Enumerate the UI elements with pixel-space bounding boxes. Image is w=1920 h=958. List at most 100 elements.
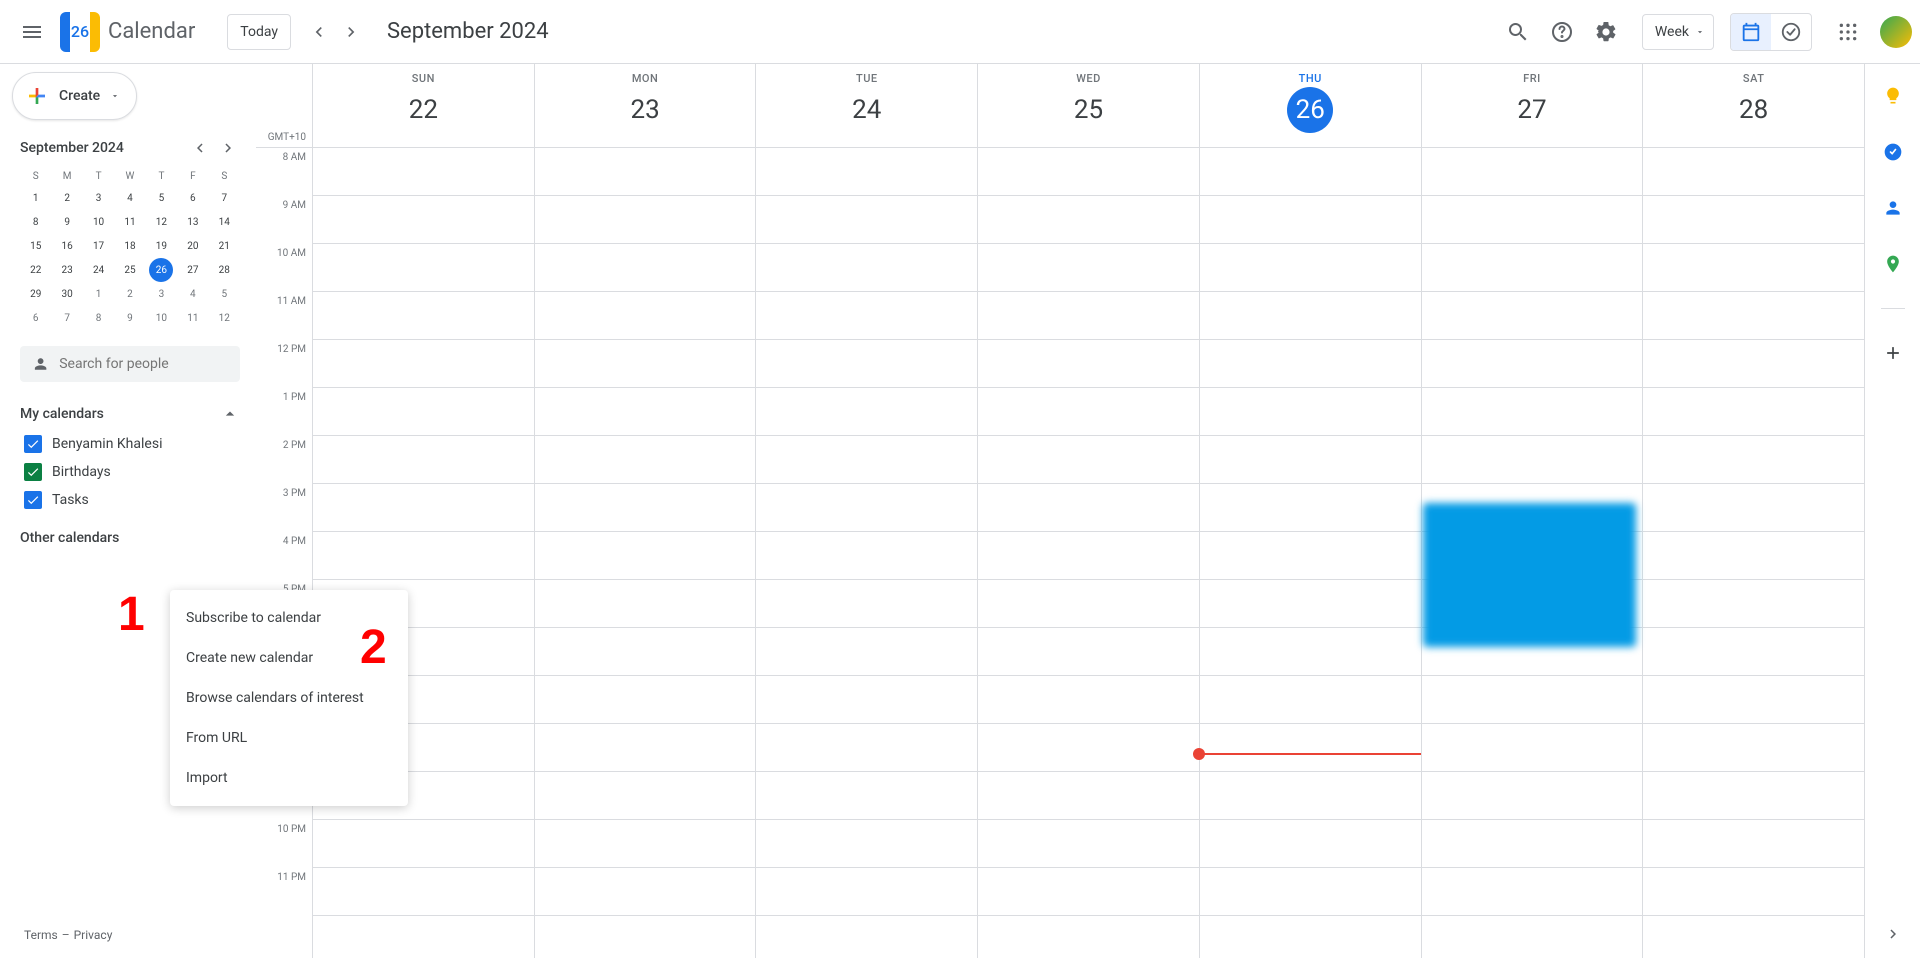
time-slot[interactable] [1643,388,1864,436]
contacts-app-icon[interactable] [1873,188,1913,228]
time-slot[interactable] [313,868,534,916]
mini-day[interactable]: 7 [51,306,82,330]
time-slot[interactable] [535,148,756,196]
time-slot[interactable] [978,628,1199,676]
time-slot[interactable] [756,916,977,958]
time-slot[interactable] [535,292,756,340]
time-slot[interactable] [1422,916,1643,958]
time-slot[interactable] [978,292,1199,340]
terms-link[interactable]: Terms [24,928,58,942]
date-number[interactable]: 28 [1731,87,1777,133]
time-slot[interactable] [313,340,534,388]
calendar-checkbox[interactable] [24,463,42,481]
mini-day[interactable]: 12 [209,306,240,330]
maps-app-icon[interactable] [1873,244,1913,284]
time-slot[interactable] [1200,628,1421,676]
time-slot[interactable] [535,484,756,532]
mini-day[interactable]: 27 [177,258,208,282]
mini-day[interactable]: 3 [146,282,177,306]
time-slot[interactable] [1422,388,1643,436]
time-slot[interactable] [1200,868,1421,916]
collapse-panel-button[interactable] [1877,918,1909,950]
time-slot[interactable] [756,724,977,772]
mini-day[interactable]: 6 [20,306,51,330]
time-slot[interactable] [756,244,977,292]
time-slot[interactable] [535,340,756,388]
day-header[interactable]: SUN22 [312,64,534,147]
time-slot[interactable] [1422,820,1643,868]
mini-day[interactable]: 30 [51,282,82,306]
other-calendars-toggle[interactable]: Other calendars [20,522,240,554]
time-slot[interactable] [978,196,1199,244]
mini-day[interactable]: 24 [83,258,114,282]
mini-day[interactable]: 25 [114,258,145,282]
time-slot[interactable] [535,388,756,436]
day-column[interactable] [755,148,977,958]
mini-day[interactable]: 28 [209,258,240,282]
calendar-checkbox[interactable] [24,435,42,453]
time-slot[interactable] [756,292,977,340]
mini-day[interactable]: 11 [177,306,208,330]
mini-day[interactable]: 5 [209,282,240,306]
time-slot[interactable] [1643,436,1864,484]
time-slot[interactable] [756,628,977,676]
time-slot[interactable] [535,724,756,772]
date-number[interactable]: 24 [844,87,890,133]
time-slot[interactable] [1200,532,1421,580]
mini-day[interactable]: 9 [51,210,82,234]
date-number[interactable]: 27 [1509,87,1555,133]
search-button[interactable] [1498,12,1538,52]
time-slot[interactable] [1200,244,1421,292]
menu-item[interactable]: Browse calendars of interest [170,678,408,718]
time-slot[interactable] [1643,868,1864,916]
time-slot[interactable] [313,484,534,532]
time-slot[interactable] [535,916,756,958]
create-button[interactable]: Create [12,72,137,120]
time-slot[interactable] [535,580,756,628]
mini-day[interactable]: 11 [114,210,145,234]
time-slot[interactable] [1422,340,1643,388]
time-slot[interactable] [313,532,534,580]
time-slot[interactable] [978,388,1199,436]
next-period-button[interactable] [335,16,367,48]
time-slot[interactable] [1643,484,1864,532]
time-slot[interactable] [535,196,756,244]
mini-day[interactable]: 22 [20,258,51,282]
day-header[interactable]: TUE24 [755,64,977,147]
mini-day[interactable]: 26 [149,258,173,282]
day-column[interactable] [1642,148,1864,958]
mini-day[interactable]: 16 [51,234,82,258]
mini-day[interactable]: 8 [83,306,114,330]
time-slot[interactable] [313,196,534,244]
time-slot[interactable] [756,148,977,196]
time-slot[interactable] [978,484,1199,532]
mini-day[interactable]: 4 [114,186,145,210]
search-people-input[interactable] [59,356,228,372]
time-slot[interactable] [535,676,756,724]
time-slot[interactable] [1643,580,1864,628]
get-addons-button[interactable] [1873,333,1913,373]
mini-day[interactable]: 2 [114,282,145,306]
menu-item[interactable]: Create new calendar [170,638,408,678]
time-slot[interactable] [1643,532,1864,580]
time-slot[interactable] [756,388,977,436]
time-slot[interactable] [1422,148,1643,196]
mini-day[interactable]: 1 [20,186,51,210]
time-slot[interactable] [1422,292,1643,340]
time-slot[interactable] [1643,820,1864,868]
day-header[interactable]: SAT28 [1642,64,1864,147]
time-slot[interactable] [756,436,977,484]
time-slot[interactable] [1643,676,1864,724]
time-slot[interactable] [756,868,977,916]
keep-app-icon[interactable] [1873,76,1913,116]
date-number[interactable]: 25 [1066,87,1112,133]
time-slot[interactable] [978,580,1199,628]
app-logo[interactable]: 26 Calendar [60,12,195,52]
date-number[interactable]: 26 [1287,87,1333,133]
mini-day[interactable]: 18 [114,234,145,258]
time-slot[interactable] [1643,292,1864,340]
time-slot[interactable] [1422,436,1643,484]
time-slot[interactable] [978,148,1199,196]
mini-day[interactable]: 2 [51,186,82,210]
time-slot[interactable] [1422,244,1643,292]
